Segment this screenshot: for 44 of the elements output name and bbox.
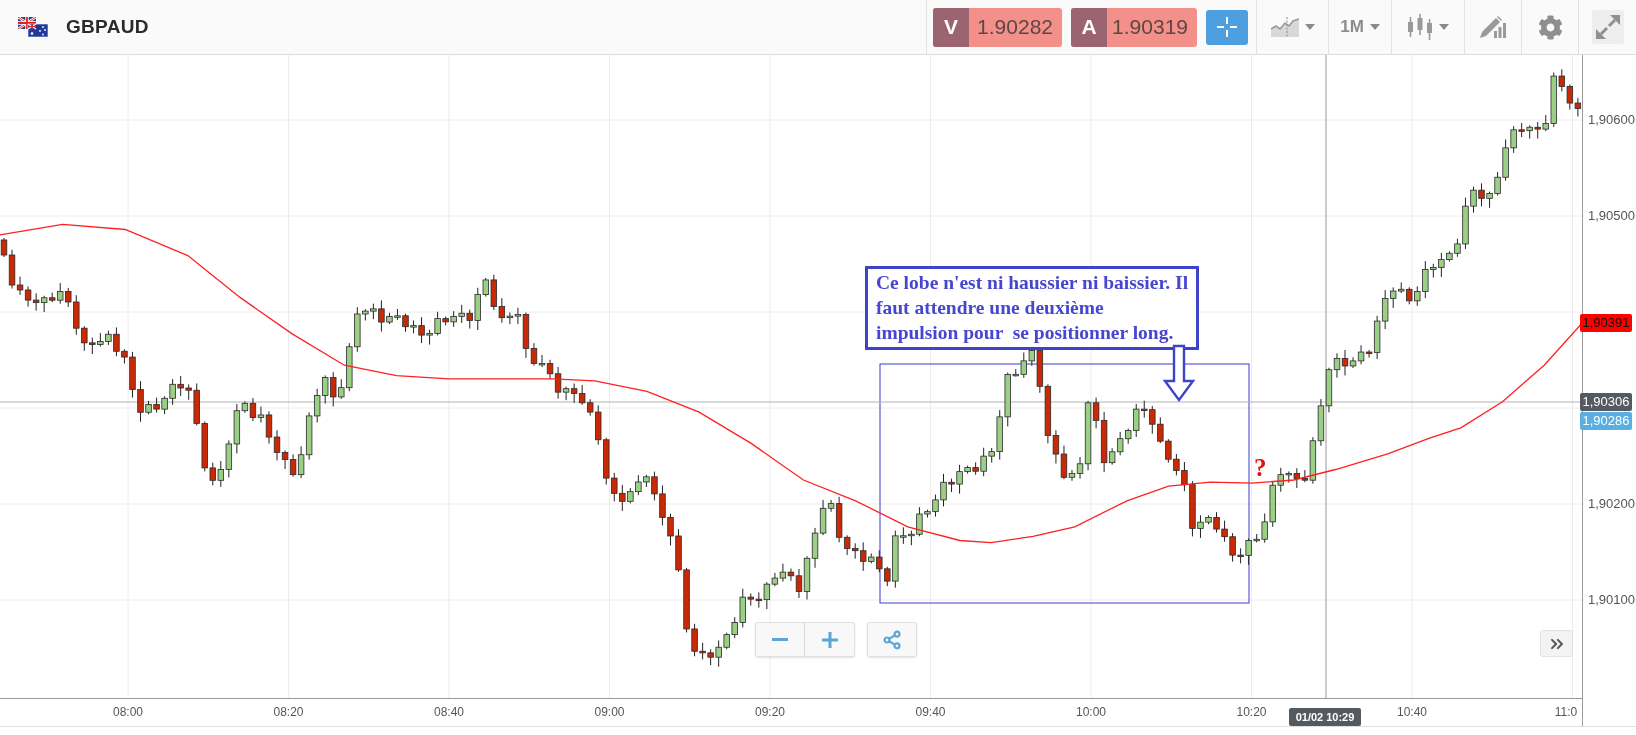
plus-icon [821,631,838,648]
area-chart-icon [1270,17,1299,37]
crosshair-price-label: 1,90306 [1580,393,1632,411]
price-axis-label: 1,90500 [1588,208,1635,224]
crosshair-time-label: 01/02 10:29 [1289,708,1361,726]
time-axis-label: 08:20 [273,705,304,719]
timeframe-button[interactable]: 1M [1336,13,1384,41]
time-axis-label: 09:20 [755,705,785,719]
time-axis-label: 08:00 [113,705,143,719]
price-axis-label: 1,90100 [1588,592,1635,608]
caret-icon [1304,24,1315,30]
time-axis-label: 09:00 [594,705,625,719]
zoom-in-button[interactable] [805,622,855,657]
expand-icon [1595,15,1620,39]
caret-icon [1439,24,1449,30]
settings-icon [1537,14,1563,40]
share-button[interactable] [867,622,917,657]
fullscreen-button[interactable] [1591,10,1624,44]
sell-button[interactable]: V 1.90282 [933,7,1062,47]
buy-button[interactable]: A 1.90319 [1071,7,1197,47]
down-arrow-icon [1164,345,1194,401]
crosshair-button[interactable] [1206,9,1248,45]
share-icon [882,629,902,650]
minus-icon [772,638,788,641]
indicator-price-label: 1,90391 [1580,314,1632,332]
flag-icon [18,17,48,37]
symbol-title: GBPAUD [66,16,149,38]
annotation-text: Ce lobe n'est ni haussier ni baissier. Il faut attendre une deuxième impulsion pour se positionner long. [865,266,1200,350]
candlestick-icon [1407,13,1433,41]
caret-icon [1369,24,1380,30]
time-axis-label: 10:00 [1076,705,1106,719]
time-axis-label: 10:40 [1397,705,1427,719]
question-mark: ? [1254,455,1267,480]
current-price-label: 1,90286 [1580,412,1632,430]
time-axis-label: 09:40 [915,705,946,719]
scroll-to-end-button[interactable] [1540,630,1573,657]
time-axis-label: 11:0 [1554,705,1578,719]
time-axis-label: 08:40 [434,705,464,719]
price-axis-label: 1,90200 [1588,496,1635,512]
pencil-icon [1480,16,1506,38]
crosshair-icon [1216,16,1238,38]
price-axis-label: 1,90600 [1588,112,1635,128]
zoom-out-button[interactable] [755,622,805,657]
time-axis-label: 10:20 [1236,705,1267,719]
